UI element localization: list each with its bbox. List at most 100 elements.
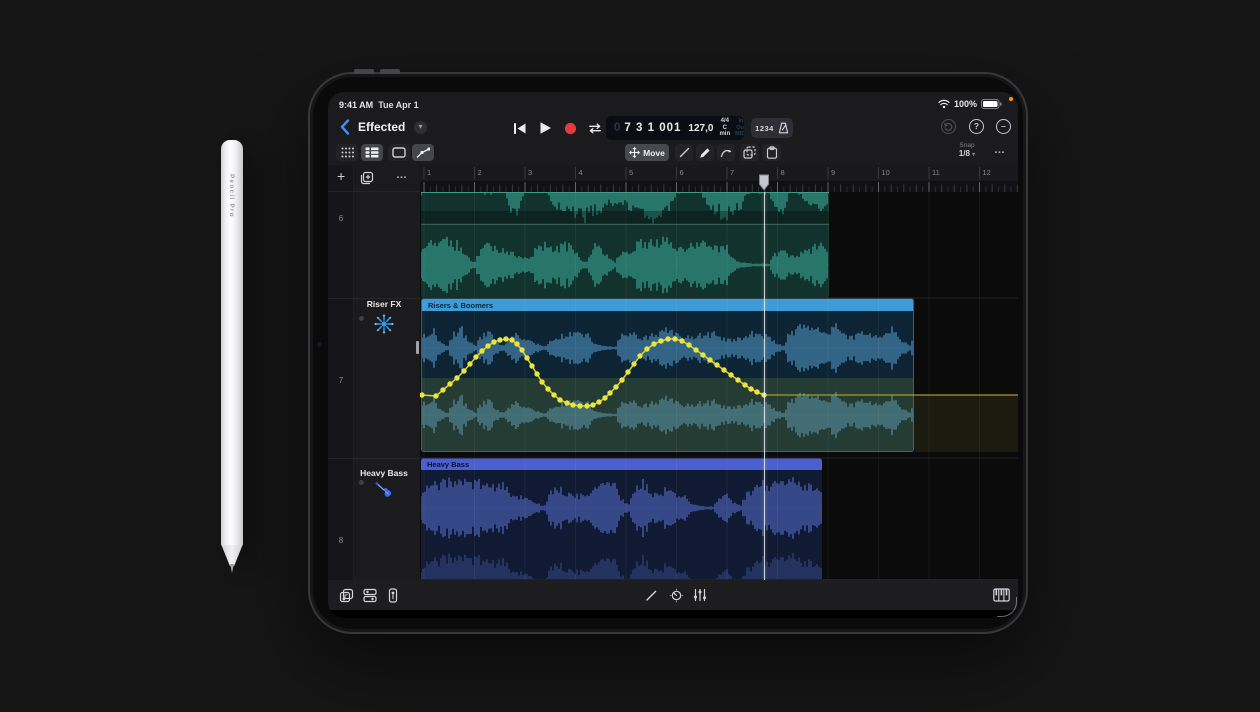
- battery-percent: 100%: [954, 99, 977, 109]
- volume-up-button: [354, 69, 374, 74]
- pencil-label: Pencil Pro: [228, 174, 235, 218]
- lane-separator: [421, 211, 829, 223]
- record-button[interactable]: [562, 120, 578, 136]
- playhead-line[interactable]: [764, 192, 765, 580]
- channel-strips-icon[interactable]: [361, 586, 379, 604]
- ruler-bar-number: 5: [629, 168, 633, 177]
- status-bar: 9:41 AMTue Apr 1 100%: [328, 92, 1018, 113]
- row-separator: [328, 458, 420, 459]
- privacy-indicator-dot: [1009, 97, 1013, 101]
- track-select-handle[interactable]: [416, 341, 419, 354]
- automation-view-icon[interactable]: [412, 144, 434, 161]
- wifi-icon: [938, 99, 950, 109]
- curve-tool-icon[interactable]: [717, 144, 735, 161]
- pencil-tool-icon[interactable]: [696, 144, 714, 161]
- region-header[interactable]: Heavy Bass: [421, 458, 822, 470]
- title-bar: Effected ▾: [328, 113, 1018, 142]
- ruler-bar-number: 9: [831, 168, 835, 177]
- pencil-edit-icon[interactable]: [642, 586, 660, 604]
- battery-icon: [981, 99, 1002, 109]
- track-header-tools: + …: [328, 165, 420, 192]
- ruler-bar-number: 11: [932, 168, 940, 177]
- count-in-button[interactable]: 1234: [755, 124, 774, 133]
- mixer-sliders-icon[interactable]: [691, 586, 709, 604]
- paste-icon[interactable]: [762, 144, 781, 161]
- logic-pro-screen: 9:41 AMTue Apr 1 100%: [328, 92, 1018, 618]
- cycle-button[interactable]: [587, 120, 603, 136]
- track-number-column: [328, 165, 354, 580]
- bar-ruler[interactable]: 123456789101112: [420, 165, 1018, 192]
- playhead-handle[interactable]: [758, 174, 770, 191]
- ruler-bar-number: 2: [478, 168, 482, 177]
- help-icon[interactable]: ?: [969, 119, 984, 134]
- automation-tint-overlay: [422, 378, 913, 452]
- region-header[interactable]: Risers & Boomers: [422, 299, 913, 311]
- knob-icon[interactable]: [667, 586, 685, 604]
- snap-label: Snap: [950, 142, 984, 149]
- track-header-more-icon[interactable]: …: [396, 169, 408, 181]
- tracks-area: 123456789101112 Risers & Boomers: [420, 165, 1018, 580]
- region-heavy-bass[interactable]: Heavy Bass: [421, 458, 822, 580]
- ruler-bar-number: 12: [983, 168, 991, 177]
- transport-controls: [512, 117, 603, 139]
- track-header-column: + … 6 Riser FX 7 Heavy Ba: [328, 165, 420, 580]
- toolbar-more-icon[interactable]: …: [994, 144, 1006, 156]
- browser-grid-icon[interactable]: [336, 144, 358, 161]
- project-menu-chevron[interactable]: ▾: [414, 121, 427, 134]
- region-inspector-icon[interactable]: [388, 144, 410, 161]
- add-track-button[interactable]: +: [337, 168, 345, 184]
- move-tool-label: Move: [643, 148, 665, 158]
- control-bar: 9:41 AMTue Apr 1 100%: [328, 92, 1018, 165]
- snap-control[interactable]: Snap 1/8 ▾: [950, 142, 984, 158]
- ruler-bar-number: 3: [528, 168, 532, 177]
- ruler-bar-number: 4: [579, 168, 583, 177]
- loop-library-icon[interactable]: [337, 586, 355, 604]
- bottom-toolbar: [328, 580, 1018, 610]
- region-risers-boomers[interactable]: Risers & Boomers: [421, 298, 914, 452]
- move-tool-button[interactable]: Move: [625, 144, 669, 161]
- volume-down-button: [380, 69, 400, 74]
- track-number: 8: [328, 536, 354, 545]
- track-state-dot: [359, 316, 364, 321]
- status-time: 9:41 AM: [339, 100, 373, 110]
- track-number: 7: [328, 376, 354, 385]
- marketing-scene: Pencil Pro 9:41 AMTue Apr 1 100%: [0, 0, 1260, 712]
- lcd-tempo: 127,0: [688, 123, 713, 134]
- lcd-midi-indicator: In OutMIDI: [735, 118, 744, 138]
- play-button[interactable]: [537, 120, 553, 136]
- fader-icon[interactable]: [384, 586, 402, 604]
- region-label: Risers & Boomers: [428, 301, 493, 310]
- track-name: Riser FX: [354, 299, 414, 309]
- ruler-bar-number: 7: [730, 168, 734, 177]
- riser-fx-starburst-icon: [373, 313, 395, 335]
- lcd-display[interactable]: 0 7 3 1 001 127,0 4/4C min In OutMIDI: [606, 116, 744, 140]
- region-label: Heavy Bass: [427, 460, 469, 469]
- ruler-ticks: [420, 165, 1018, 192]
- view-toolbar: Move: [328, 142, 1018, 165]
- apple-pencil-pro: Pencil Pro: [221, 140, 243, 576]
- metronome-icon[interactable]: [778, 122, 789, 134]
- status-time-date: 9:41 AMTue Apr 1: [339, 100, 419, 110]
- screen-corner-highlight: [997, 597, 1017, 617]
- snap-chevron-icon: ▾: [972, 152, 975, 158]
- bass-guitar-icon: [372, 478, 396, 502]
- track-state-dot: [359, 480, 364, 485]
- front-camera: [317, 342, 322, 347]
- undo-icon[interactable]: [941, 119, 956, 134]
- duplicate-track-icon[interactable]: [360, 171, 374, 185]
- copy-icon[interactable]: [740, 144, 759, 161]
- back-chevron-icon[interactable]: [340, 119, 352, 135]
- tracks-view-icon[interactable]: [361, 144, 383, 161]
- row-separator: [328, 298, 420, 299]
- ipad-pro: 9:41 AMTue Apr 1 100%: [308, 72, 1028, 634]
- snap-value: 1/8: [959, 149, 970, 158]
- rewind-button[interactable]: [512, 120, 528, 136]
- line-tool-icon[interactable]: [675, 144, 693, 161]
- lcd-time-sig-key: 4/4C min: [719, 118, 730, 138]
- track-number: 6: [328, 214, 354, 223]
- hide-control-bar-icon[interactable]: –: [996, 119, 1011, 134]
- region-track6-audio[interactable]: [421, 192, 829, 298]
- ruler-bar-number: 6: [680, 168, 684, 177]
- count-in-metronome-pill[interactable]: 1234: [751, 118, 793, 138]
- automation-fill-area: [914, 395, 1018, 452]
